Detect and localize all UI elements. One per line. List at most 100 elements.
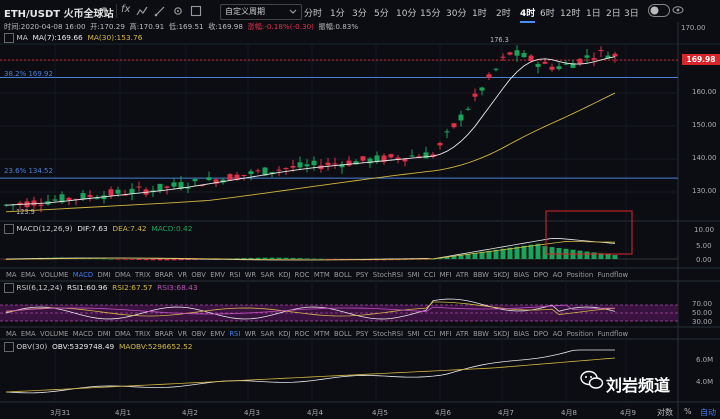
indicator-tab[interactable]: MA <box>6 271 17 279</box>
indicator-tab[interactable]: SAR <box>260 271 274 279</box>
candle-body <box>451 123 457 128</box>
indicator-tab[interactable]: BIAS <box>514 271 530 279</box>
macd-axis-tick: 5.00 <box>696 242 712 250</box>
indicator-tab[interactable]: DMI <box>97 271 110 279</box>
indicator-tab[interactable]: BBW <box>473 330 489 338</box>
candle-body <box>493 68 499 70</box>
maobv-line <box>5 357 616 393</box>
indicator-tab[interactable]: VR <box>178 330 187 338</box>
high-marker: 176.3 <box>490 36 509 44</box>
indicator-tab[interactable]: SMI <box>407 330 419 338</box>
indicator-tab[interactable]: DMA <box>115 271 131 279</box>
indicator-tab[interactable]: WR <box>245 330 256 338</box>
indicator-tab[interactable]: CCI <box>424 330 436 338</box>
indicator-tab[interactable]: WR <box>245 271 256 279</box>
indicator-tab[interactable]: ROC <box>295 330 310 338</box>
indicator-tab[interactable]: EMA <box>21 271 36 279</box>
macd-histogram-bar <box>507 247 513 259</box>
indicator-tab[interactable]: RSI <box>229 271 240 279</box>
indicator-tab[interactable]: ROC <box>295 271 310 279</box>
indicator-tab[interactable]: SAR <box>260 330 274 338</box>
macd-histogram-bar <box>549 247 555 259</box>
macd-histogram-bar <box>290 257 296 259</box>
date-axis-label: 4月8 <box>561 409 577 417</box>
indicator-tab[interactable]: MFI <box>440 330 452 338</box>
indicator-tab[interactable]: TRIX <box>135 330 151 338</box>
rsi-axis-tick: 70.00 <box>692 300 713 308</box>
candle-body <box>87 195 93 198</box>
macd-histogram-bar <box>318 258 324 260</box>
date-axis-label: 4月5 <box>372 409 388 417</box>
indicator-tab[interactable]: KDJ <box>279 330 291 338</box>
collapse-icon[interactable] <box>4 342 14 352</box>
indicator-tab[interactable]: MACD <box>73 271 93 279</box>
candle-body <box>500 56 506 58</box>
candle-body <box>472 93 478 97</box>
indicator-tab[interactable]: ATR <box>456 330 469 338</box>
indicator-tab[interactable]: EMV <box>210 330 225 338</box>
indicator-tab[interactable]: MA <box>6 330 17 338</box>
indicator-tab[interactable]: OBV <box>191 330 205 338</box>
candle-body <box>136 186 142 188</box>
price-chart[interactable] <box>0 0 720 419</box>
macd-histogram-bar <box>584 251 590 259</box>
indicator-tab[interactable]: StochRSI <box>373 271 403 279</box>
rsi1-value: RSI1:60.96 <box>67 283 108 292</box>
indicator-tab[interactable]: MTM <box>314 330 330 338</box>
indicator-tab[interactable]: Position <box>567 330 593 338</box>
indicator-tab[interactable]: DMA <box>115 330 131 338</box>
indicator-tab[interactable]: StochRSI <box>373 330 403 338</box>
indicator-tab[interactable]: AO <box>553 271 563 279</box>
indicator-tab[interactable]: BBW <box>473 271 489 279</box>
indicator-tab[interactable]: EMA <box>21 330 36 338</box>
candle-body <box>423 152 429 159</box>
indicator-tab[interactable]: PSY <box>356 330 369 338</box>
candle-body <box>108 189 114 196</box>
candle-body <box>311 160 317 166</box>
candle-body <box>528 55 534 62</box>
indicator-tab[interactable]: Fundflow <box>598 330 628 338</box>
indicator-tab[interactable]: MFI <box>440 271 452 279</box>
indicator-tab[interactable]: ATR <box>456 271 469 279</box>
indicator-tab[interactable]: SKDJ <box>493 330 509 338</box>
indicator-tab[interactable]: Position <box>567 271 593 279</box>
indicator-tab[interactable]: AO <box>553 330 563 338</box>
collapse-icon[interactable] <box>4 224 14 234</box>
indicator-tab[interactable]: VOLUME <box>40 271 68 279</box>
macd-histogram-bar <box>269 257 275 259</box>
indicator-tab[interactable]: PSY <box>356 271 369 279</box>
indicator-tab[interactable]: CCI <box>424 271 436 279</box>
indicator-tab[interactable]: BOLL <box>334 271 351 279</box>
indicator-tab[interactable]: BOLL <box>334 330 351 338</box>
indicator-tab[interactable]: SMI <box>407 271 419 279</box>
percent-scale-button[interactable]: % <box>684 407 692 416</box>
indicator-tab[interactable]: EMV <box>210 271 225 279</box>
indicator-tab[interactable]: RSI <box>229 330 240 338</box>
log-scale-button[interactable]: 对数 <box>657 407 673 418</box>
collapse-icon[interactable] <box>4 283 14 293</box>
indicator-tab[interactable]: BRAR <box>155 330 173 338</box>
obv-legend: OBV(30) OBV:5329748.49 MAOBV:5296652.52 <box>4 342 193 352</box>
candle-body <box>584 55 590 58</box>
indicator-tab[interactable]: MACD <box>73 330 93 338</box>
indicator-tab[interactable]: SKDJ <box>493 271 509 279</box>
indicator-tab[interactable]: BIAS <box>514 330 530 338</box>
auto-scale-button[interactable]: 自动 <box>700 407 716 418</box>
macd-histogram-bar <box>612 255 618 259</box>
macd-histogram-bar <box>535 243 541 259</box>
indicator-tab[interactable]: VOLUME <box>40 330 68 338</box>
price-axis-tick: 170.00 <box>681 24 706 32</box>
indicator-tab[interactable]: DPO <box>534 271 549 279</box>
indicator-tab[interactable]: Fundflow <box>598 271 628 279</box>
indicator-tab[interactable]: VR <box>178 271 187 279</box>
indicator-tab[interactable]: DMI <box>97 330 110 338</box>
macd-histogram-bar <box>605 254 611 259</box>
fib-lower-label: 23.6% 134.52 <box>4 167 53 175</box>
indicator-tab[interactable]: BRAR <box>155 271 173 279</box>
indicator-tab[interactable]: KDJ <box>279 271 291 279</box>
indicator-tab[interactable]: DPO <box>534 330 549 338</box>
candle-body <box>304 164 310 167</box>
indicator-tab[interactable]: OBV <box>191 271 205 279</box>
indicator-tab[interactable]: TRIX <box>135 271 151 279</box>
indicator-tab[interactable]: MTM <box>314 271 330 279</box>
